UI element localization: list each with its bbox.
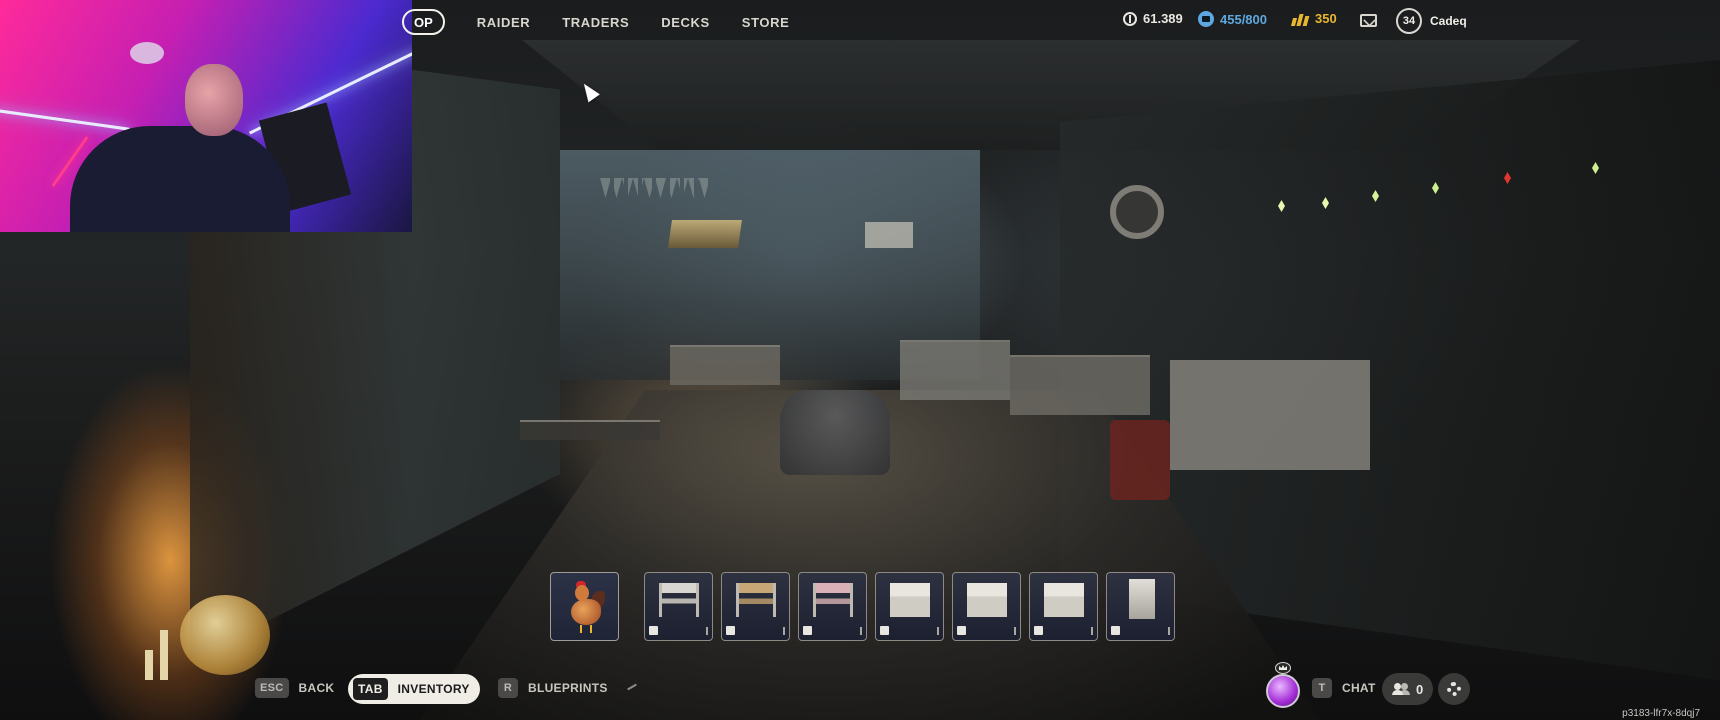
premium-counter[interactable]: 350: [1290, 11, 1337, 26]
session-id: p3183-lfr7x-8dqj7: [1622, 708, 1700, 719]
streamer-body: [70, 126, 290, 232]
esc-keycap: ESC: [255, 678, 289, 698]
divider-mark: [627, 683, 637, 691]
gold-bars-icon: [1290, 12, 1310, 26]
blueprints-label: BLUEPRINTS: [528, 681, 608, 695]
medical-icon: [1034, 626, 1043, 635]
armchair: [780, 390, 890, 475]
t-keycap: T: [1312, 678, 1332, 698]
back-workbench: [670, 345, 780, 385]
workbench-icon: [736, 583, 776, 617]
tab-store[interactable]: STORE: [742, 15, 790, 30]
smoke-detector: [130, 42, 164, 64]
workbench-icon: [1129, 579, 1155, 619]
gear-icon: [1447, 682, 1461, 696]
workbench-icon: [813, 583, 853, 617]
menu-pip: [1168, 626, 1170, 635]
tab-keycap: TAB: [353, 678, 388, 700]
chat-button[interactable]: T CHAT: [1312, 678, 1376, 698]
stash-counter[interactable]: 455/800: [1198, 11, 1267, 27]
explosive-icon: [803, 626, 812, 635]
bench-icon: [649, 626, 658, 635]
coins-value: 61.389: [1143, 11, 1183, 26]
shield-icon: [880, 626, 889, 635]
stash-icon: [1198, 11, 1214, 27]
menu-pip: [783, 626, 785, 635]
film-reel: [1110, 185, 1164, 239]
stash-value: 455/800: [1220, 11, 1267, 27]
tab-active[interactable]: OP: [402, 9, 445, 35]
neon-light: [0, 108, 130, 131]
avatar[interactable]: [1266, 674, 1300, 708]
menu-pip: [706, 626, 708, 635]
coin-icon: [1123, 11, 1137, 26]
hotbar-slot-chicken[interactable]: [550, 572, 619, 641]
menu-pip: [937, 626, 939, 635]
utility-icon: [1111, 626, 1120, 635]
tab-raider[interactable]: RAIDER: [477, 15, 530, 30]
menu-pip: [1014, 626, 1016, 635]
settings-button[interactable]: [1438, 673, 1470, 705]
hotbar-slot-weapon-bench[interactable]: [952, 572, 1021, 641]
workbench-icon: [890, 583, 930, 617]
bottom-bar: ESC BACK TAB INVENTORY R BLUEPRINTS T CH…: [0, 662, 1720, 710]
back-label: BACK: [298, 681, 335, 695]
level-badge[interactable]: 34: [1396, 8, 1422, 34]
friends-count: 0: [1416, 681, 1424, 697]
workbench-icon: [1044, 583, 1084, 617]
inventory-label: INVENTORY: [397, 682, 470, 696]
workstation-hotbar: [550, 572, 1175, 641]
hotbar-slot-utility-station[interactable]: [1106, 572, 1175, 641]
mail-icon[interactable]: [1360, 14, 1377, 27]
inventory-button[interactable]: TAB INVENTORY: [348, 674, 480, 704]
right-workbench: [1170, 360, 1370, 470]
chat-label: CHAT: [1342, 681, 1376, 695]
streamer-head: [185, 64, 243, 136]
hotbar-slot-gear-bench[interactable]: [721, 572, 790, 641]
hotbar-slot-workbench[interactable]: [644, 572, 713, 641]
crown-icon: [1275, 662, 1291, 674]
hotbar-slot-medical-bench[interactable]: [1029, 572, 1098, 641]
tab-traders[interactable]: TRADERS: [562, 15, 629, 30]
premium-value: 350: [1315, 11, 1337, 26]
workbench-icon: [659, 583, 699, 617]
nav-tabs: OP RAIDER TRADERS DECKS STORE: [402, 9, 789, 35]
hotbar-slot-defense-bench[interactable]: [875, 572, 944, 641]
side-table: [520, 420, 660, 440]
chicken-icon: [567, 581, 605, 633]
friends-button[interactable]: 0: [1382, 673, 1434, 705]
workbench-icon: [967, 583, 1007, 617]
hotbar-slot-explosives-bench[interactable]: [798, 572, 867, 641]
coins-counter[interactable]: 61.389: [1123, 11, 1183, 26]
spot-lamp: [865, 222, 913, 248]
work-lamp: [668, 220, 742, 248]
tools-icon: [726, 626, 735, 635]
red-chair: [1110, 420, 1170, 500]
friends-icon: [1392, 683, 1410, 695]
top-navigation: OP RAIDER TRADERS DECKS STORE 61.389 455…: [0, 0, 1720, 42]
crossed-tools-icon: [957, 626, 966, 635]
menu-pip: [1091, 626, 1093, 635]
r-keycap: R: [498, 678, 518, 698]
globe: [180, 595, 270, 675]
back-button[interactable]: ESC BACK: [255, 678, 334, 698]
blueprints-button[interactable]: R BLUEPRINTS: [498, 678, 608, 698]
username[interactable]: Cadeq: [1430, 14, 1467, 28]
desk: [1010, 355, 1150, 415]
menu-pip: [860, 626, 862, 635]
desk: [900, 340, 1010, 400]
tab-decks[interactable]: DECKS: [661, 15, 710, 30]
